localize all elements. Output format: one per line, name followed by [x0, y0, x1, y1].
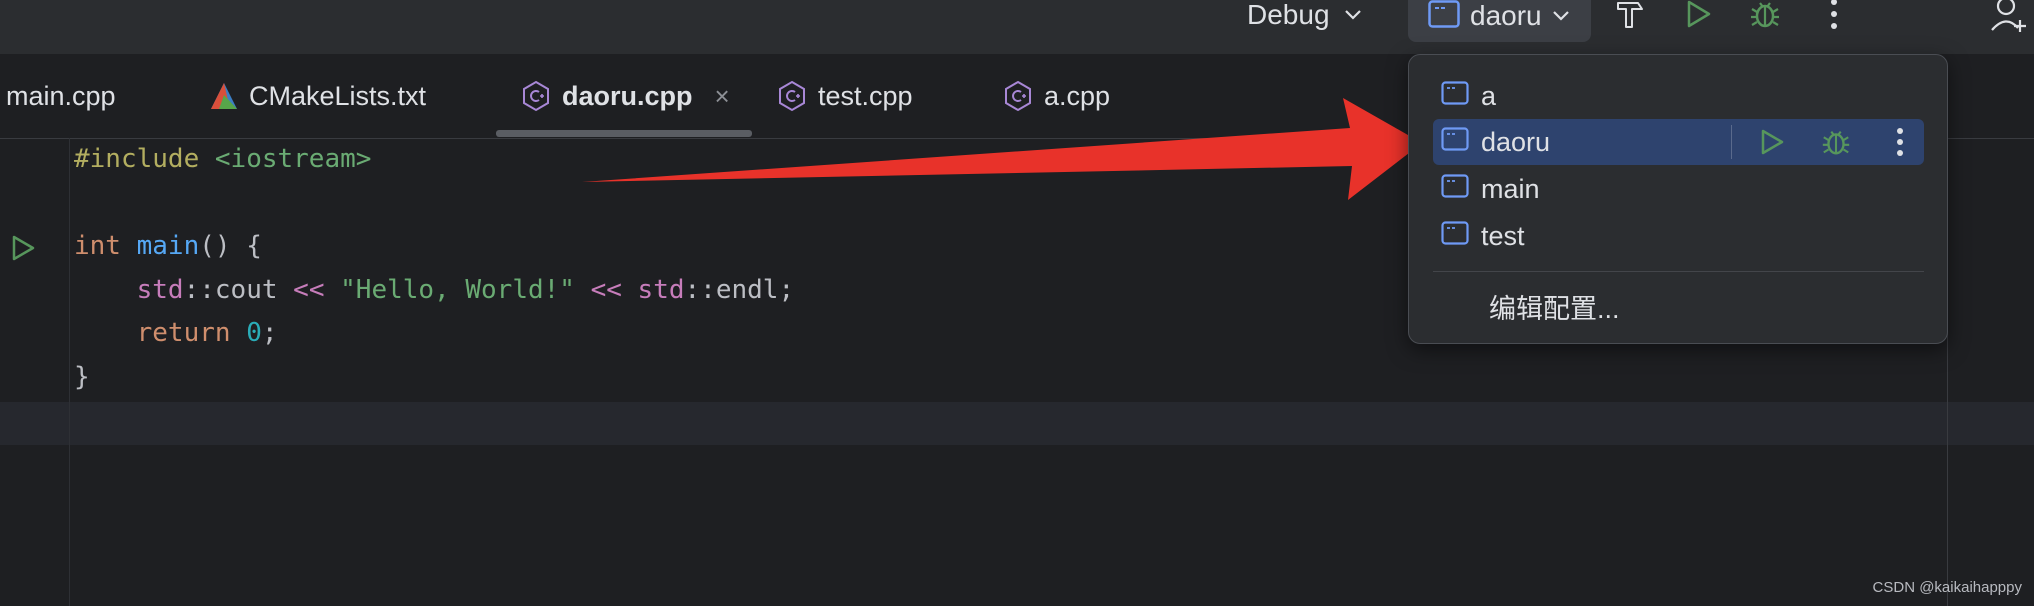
- debug-icon: [1751, 2, 1779, 28]
- popup-item-test[interactable]: test: [1433, 213, 1924, 259]
- cpp-file-icon: [1002, 80, 1034, 112]
- code-token: <<: [590, 274, 622, 305]
- popup-item-a[interactable]: a: [1433, 73, 1924, 119]
- run-button[interactable]: [1678, 0, 1718, 34]
- run-config-selector[interactable]: daoru: [1408, 0, 1591, 42]
- code-token: main: [136, 231, 200, 261]
- build-config-dropdown[interactable]: Debug: [1247, 0, 1362, 30]
- more-icon: [1897, 128, 1903, 156]
- popup-item-label: test: [1481, 220, 1525, 251]
- code-token: }: [74, 361, 90, 392]
- code-token: <<: [293, 274, 325, 305]
- run-icon: [1687, 0, 1711, 28]
- code-token: int: [74, 231, 121, 261]
- popup-debug-button[interactable]: [1812, 119, 1860, 165]
- code-token: std: [621, 274, 685, 305]
- cmake-icon: [209, 81, 239, 111]
- popup-item-label: a: [1481, 80, 1497, 111]
- close-tab-icon[interactable]: ×: [715, 81, 730, 112]
- add-user-button[interactable]: [1990, 0, 2030, 34]
- more-actions-button[interactable]: [1814, 0, 1854, 34]
- popup-item-label: daoru: [1481, 126, 1551, 157]
- tab-test-cpp[interactable]: test.cpp: [776, 54, 913, 138]
- cpp-file-icon: [520, 80, 552, 112]
- build-config-label: Debug: [1247, 0, 1330, 30]
- chevron-down-icon: [1552, 10, 1570, 22]
- code-token: return: [136, 318, 231, 348]
- code-token: ;: [261, 318, 278, 348]
- chevron-down-icon: [1344, 9, 1362, 21]
- gutter-run-button[interactable]: [10, 234, 36, 267]
- edit-configurations-item[interactable]: 编辑配置...: [1489, 287, 1620, 326]
- debug-icon: [1822, 131, 1850, 155]
- active-tab-indicator: [496, 130, 752, 137]
- current-line-highlight: [0, 402, 2034, 445]
- code-editor[interactable]: #include <iostream> int main() { std::co…: [74, 138, 794, 399]
- code-line: int main() {: [74, 225, 794, 269]
- cpp-file-icon: [776, 80, 808, 112]
- main-toolbar: Debug daoru: [0, 0, 2034, 54]
- add-user-icon: [1991, 0, 2026, 32]
- code-line: #include <iostream>: [74, 138, 794, 182]
- build-hammer-button[interactable]: [1610, 0, 1650, 34]
- popup-divider: [1433, 271, 1924, 272]
- tab-cmakelists[interactable]: CMakeLists.txt: [209, 54, 426, 138]
- code-line: std::cout << "Hello, World!" << std::end…: [74, 269, 794, 313]
- popup-item-label: main: [1481, 173, 1540, 204]
- config-icon: [1441, 80, 1469, 112]
- tab-label: a.cpp: [1044, 80, 1111, 111]
- popup-item-daoru[interactable]: daoru: [1433, 119, 1924, 165]
- tab-label: main.cpp: [6, 80, 116, 111]
- tab-label: test.cpp: [818, 80, 913, 111]
- code-token: 0: [230, 318, 262, 348]
- tab-label: CMakeLists.txt: [249, 80, 427, 111]
- code-line: return 0;: [74, 312, 794, 356]
- more-icon: [1831, 0, 1837, 29]
- debug-button[interactable]: [1745, 0, 1785, 34]
- tab-label: daoru.cpp: [562, 80, 693, 111]
- tab-daoru-cpp[interactable]: daoru.cpp ×: [520, 54, 730, 138]
- code-line: }: [74, 356, 794, 400]
- popup-item-main[interactable]: main: [1433, 166, 1924, 212]
- code-token: std: [136, 274, 184, 305]
- run-config-popup: a daoru main test 编辑配置...: [1408, 54, 1948, 344]
- code-token: () {: [199, 231, 262, 261]
- config-icon: [1441, 173, 1469, 205]
- config-icon: [1428, 0, 1460, 33]
- divider: [1731, 125, 1732, 159]
- config-icon: [1441, 126, 1469, 158]
- run-icon: [1761, 129, 1784, 155]
- code-token: "Hello, World!": [324, 274, 591, 305]
- watermark: CSDN @kaikaihapppy: [1872, 579, 2022, 596]
- hammer-icon: [1617, 2, 1643, 28]
- gutter-separator: [69, 138, 70, 606]
- popup-run-button[interactable]: [1748, 119, 1796, 165]
- run-icon: [12, 235, 35, 261]
- code-token: <iostream>: [199, 144, 372, 174]
- code-token: ::endl;: [684, 274, 795, 305]
- run-config-label: daoru: [1470, 0, 1542, 31]
- tab-main-cpp[interactable]: main.cpp: [6, 54, 116, 138]
- popup-item-actions: [1731, 119, 1924, 165]
- popup-more-button[interactable]: [1876, 119, 1924, 165]
- code-token: #include: [74, 144, 200, 174]
- tab-a-cpp[interactable]: a.cpp: [1002, 54, 1110, 138]
- code-token: ::cout: [183, 274, 294, 305]
- config-icon: [1441, 220, 1469, 252]
